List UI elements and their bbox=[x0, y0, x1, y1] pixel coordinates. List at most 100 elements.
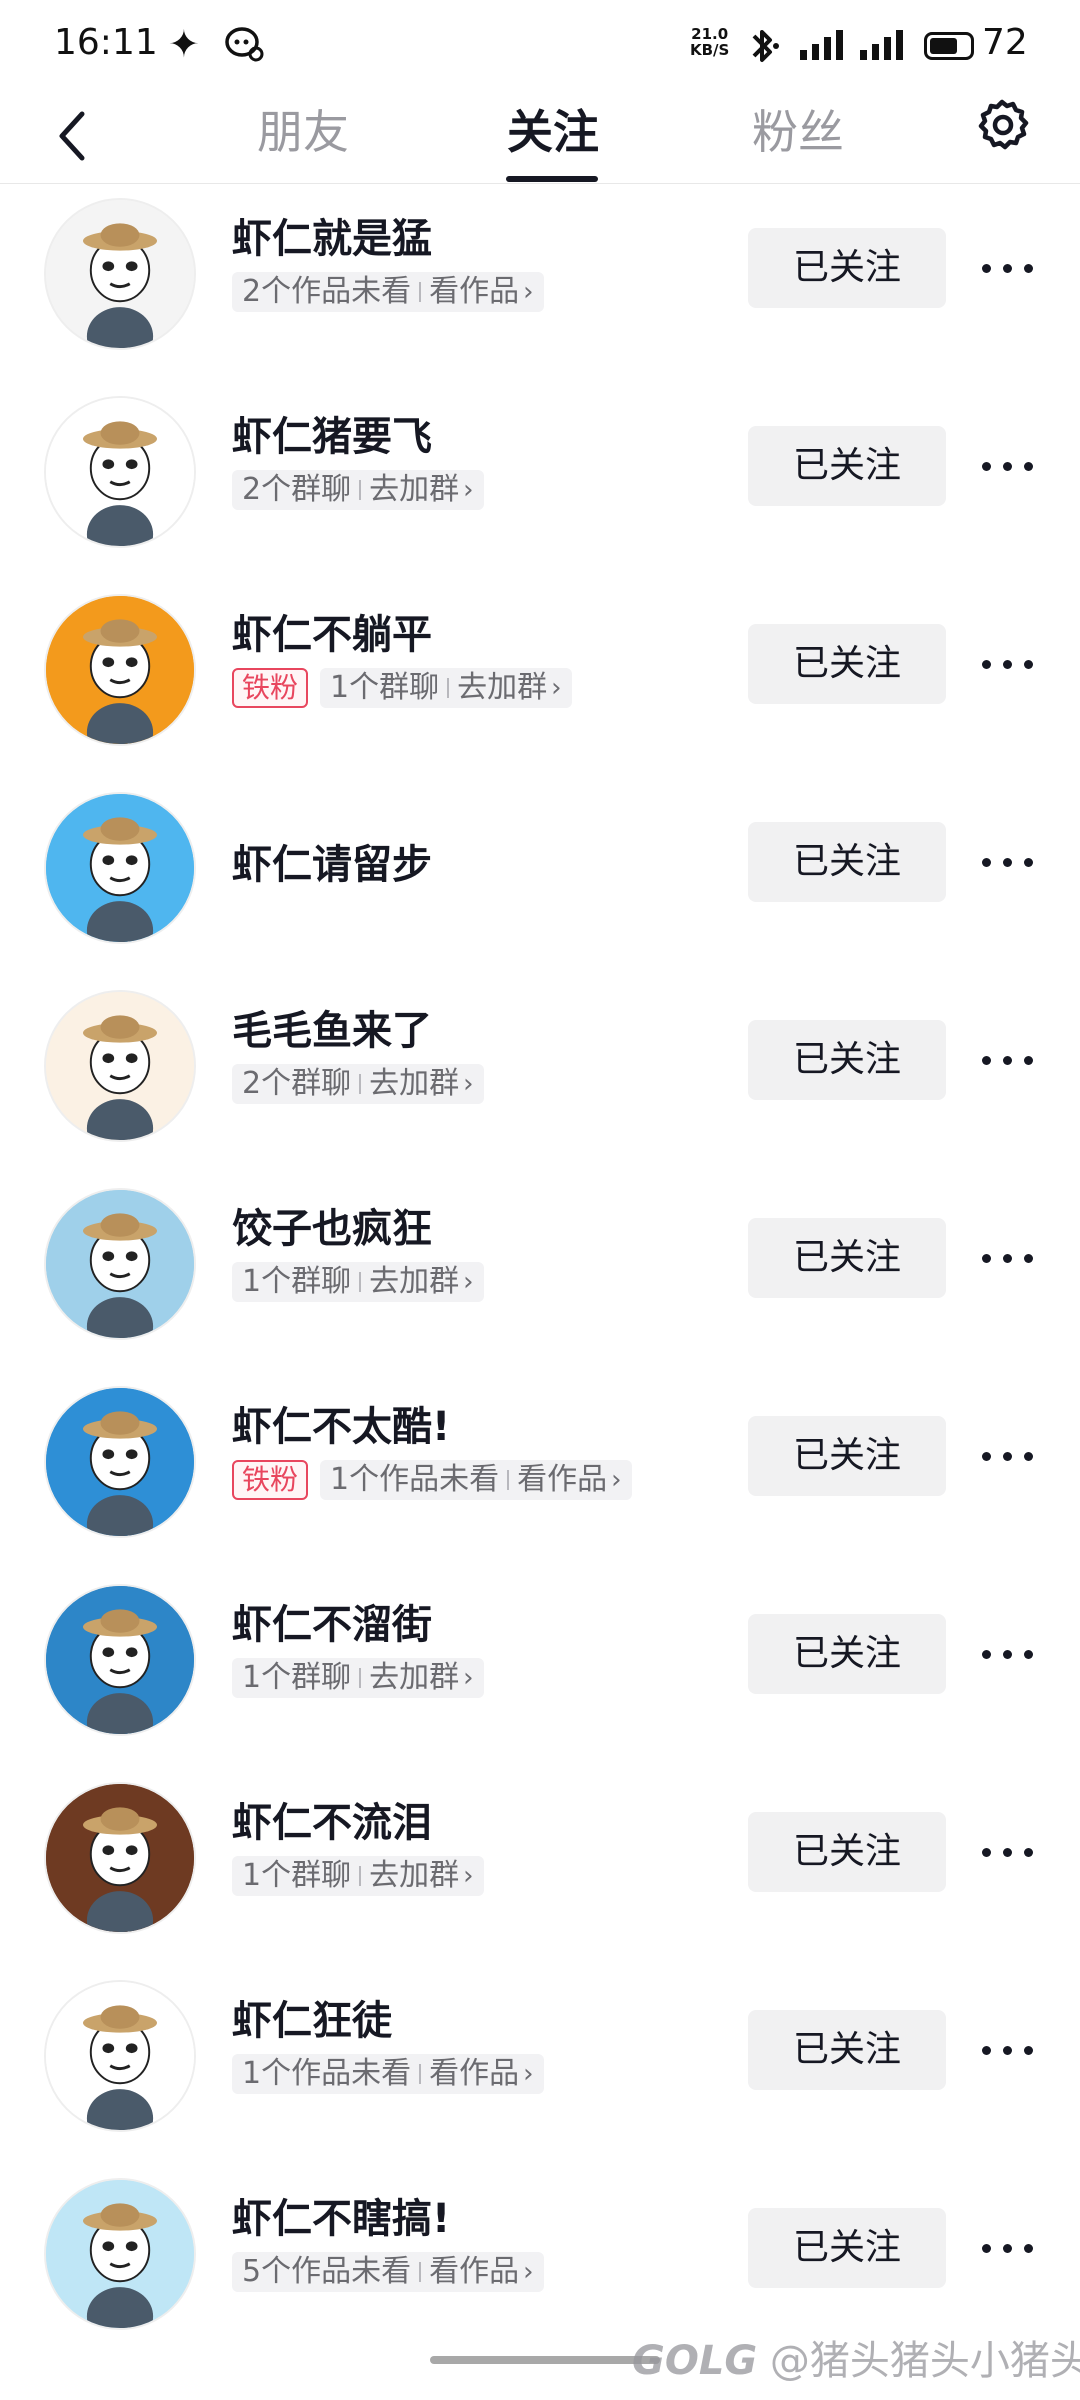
list-item[interactable]: 虾仁不太酷! 铁粉 1个作品未看 看作品 › 已关注 bbox=[0, 1374, 1080, 1572]
sparkle-icon: ✦ bbox=[168, 22, 200, 66]
user-name[interactable]: 虾仁不太酷! bbox=[232, 1394, 450, 1452]
list-item[interactable]: 饺子也疯狂 1个群聊 去加群 › 已关注 bbox=[0, 1176, 1080, 1374]
chip-info-text: 5个作品未看 bbox=[242, 2254, 412, 2289]
chevron-right-icon: › bbox=[463, 475, 474, 505]
list-item[interactable]: 虾仁猪要飞 2个群聊 去加群 › 已关注 bbox=[0, 384, 1080, 582]
home-indicator[interactable] bbox=[430, 2356, 660, 2364]
more-options-icon[interactable] bbox=[978, 1436, 1038, 1476]
watermark-logo: GOLG bbox=[632, 2338, 758, 2384]
chip-action-text: 去加群 bbox=[369, 1264, 460, 1299]
avatar[interactable] bbox=[44, 1386, 196, 1538]
following-button[interactable]: 已关注 bbox=[748, 2010, 946, 2090]
chip-divider bbox=[507, 1470, 510, 1490]
user-name[interactable]: 虾仁不溜街 bbox=[232, 1592, 432, 1650]
user-tags: 铁粉 1个作品未看 看作品 › bbox=[232, 1460, 632, 1500]
more-options-icon[interactable] bbox=[978, 248, 1038, 288]
more-options-icon[interactable] bbox=[978, 644, 1038, 684]
user-name[interactable]: 虾仁就是猛 bbox=[232, 206, 432, 264]
avatar[interactable] bbox=[44, 990, 196, 1142]
gear-icon[interactable] bbox=[972, 96, 1032, 156]
following-button[interactable]: 已关注 bbox=[748, 426, 946, 506]
more-options-icon[interactable] bbox=[978, 1238, 1038, 1278]
chevron-right-icon: › bbox=[523, 277, 534, 307]
user-name[interactable]: 毛毛鱼来了 bbox=[232, 998, 432, 1056]
chevron-right-icon: › bbox=[463, 1069, 474, 1099]
info-chip[interactable]: 1个作品未看 看作品 › bbox=[320, 1460, 632, 1500]
user-name[interactable]: 虾仁不躺平 bbox=[232, 602, 432, 660]
list-item[interactable]: 毛毛鱼来了 2个群聊 去加群 › 已关注 bbox=[0, 978, 1080, 1176]
more-options-icon[interactable] bbox=[978, 446, 1038, 486]
user-tags: 铁粉 1个群聊 去加群 › bbox=[232, 668, 572, 708]
following-button[interactable]: 已关注 bbox=[748, 1614, 946, 1694]
back-arrow-icon[interactable] bbox=[48, 104, 98, 168]
info-chip[interactable]: 2个群聊 去加群 › bbox=[232, 1064, 484, 1104]
info-chip[interactable]: 2个群聊 去加群 › bbox=[232, 470, 484, 510]
signal-icon bbox=[860, 30, 903, 60]
avatar[interactable] bbox=[44, 2178, 196, 2330]
chevron-right-icon: › bbox=[611, 1465, 622, 1495]
battery-level: 72 bbox=[982, 22, 1028, 63]
list-item[interactable]: 虾仁不溜街 1个群聊 去加群 › 已关注 bbox=[0, 1572, 1080, 1770]
more-options-icon[interactable] bbox=[978, 2228, 1038, 2268]
user-tags: 1个作品未看 看作品 › bbox=[232, 2054, 544, 2094]
user-name[interactable]: 饺子也疯狂 bbox=[232, 1196, 432, 1254]
chip-info-text: 2个群聊 bbox=[242, 472, 352, 507]
user-tags: 2个作品未看 看作品 › bbox=[232, 272, 544, 312]
fan-badge: 铁粉 bbox=[232, 668, 309, 708]
chip-info-text: 1个作品未看 bbox=[242, 2056, 412, 2091]
chip-divider bbox=[419, 2064, 422, 2084]
network-speed-unit: KB/S bbox=[690, 41, 730, 59]
list-item[interactable]: 虾仁狂徒 1个作品未看 看作品 › 已关注 bbox=[0, 1968, 1080, 2166]
chip-action-text: 看作品 bbox=[517, 1462, 608, 1497]
following-button[interactable]: 已关注 bbox=[748, 228, 946, 308]
following-button[interactable]: 已关注 bbox=[748, 1416, 946, 1496]
list-item[interactable]: 虾仁请留步 已关注 bbox=[0, 780, 1080, 978]
following-button[interactable]: 已关注 bbox=[748, 1020, 946, 1100]
avatar[interactable] bbox=[44, 1782, 196, 1934]
chip-divider bbox=[359, 1668, 362, 1688]
following-button[interactable]: 已关注 bbox=[748, 2208, 946, 2288]
info-chip[interactable]: 5个作品未看 看作品 › bbox=[232, 2252, 544, 2292]
user-name[interactable]: 虾仁不瞎搞! bbox=[232, 2186, 450, 2244]
info-chip[interactable]: 2个作品未看 看作品 › bbox=[232, 272, 544, 312]
more-options-icon[interactable] bbox=[978, 1832, 1038, 1872]
more-options-icon[interactable] bbox=[978, 2030, 1038, 2070]
list-item[interactable]: 虾仁不躺平铁粉 1个群聊 去加群 › 已关注 bbox=[0, 582, 1080, 780]
list-item[interactable]: 虾仁不流泪 1个群聊 去加群 › 已关注 bbox=[0, 1770, 1080, 1968]
more-options-icon[interactable] bbox=[978, 842, 1038, 882]
info-chip[interactable]: 1个群聊 去加群 › bbox=[232, 1856, 484, 1896]
chip-info-text: 1个群聊 bbox=[242, 1264, 352, 1299]
info-chip[interactable]: 1个群聊 去加群 › bbox=[232, 1262, 484, 1302]
chip-info-text: 1个群聊 bbox=[330, 670, 440, 705]
avatar[interactable] bbox=[44, 1188, 196, 1340]
tab-following[interactable]: 关注 bbox=[473, 96, 633, 162]
avatar[interactable] bbox=[44, 396, 196, 548]
avatar[interactable] bbox=[44, 594, 196, 746]
chip-divider bbox=[359, 1272, 362, 1292]
user-name[interactable]: 虾仁请留步 bbox=[232, 832, 432, 890]
user-name[interactable]: 虾仁不流泪 bbox=[232, 1790, 432, 1848]
user-name[interactable]: 虾仁猪要飞 bbox=[232, 404, 432, 462]
following-button[interactable]: 已关注 bbox=[748, 822, 946, 902]
avatar[interactable] bbox=[44, 198, 196, 350]
chip-divider bbox=[419, 282, 422, 302]
user-name[interactable]: 虾仁狂徒 bbox=[232, 1988, 392, 2046]
following-button[interactable]: 已关注 bbox=[748, 1218, 946, 1298]
more-options-icon[interactable] bbox=[978, 1634, 1038, 1674]
following-button[interactable]: 已关注 bbox=[748, 624, 946, 704]
network-speed-value: 21.0 bbox=[691, 25, 729, 43]
avatar[interactable] bbox=[44, 792, 196, 944]
avatar[interactable] bbox=[44, 1584, 196, 1736]
chip-divider bbox=[359, 1074, 362, 1094]
info-chip[interactable]: 1个群聊 去加群 › bbox=[232, 1658, 484, 1698]
info-chip[interactable]: 1个作品未看 看作品 › bbox=[232, 2054, 544, 2094]
following-button[interactable]: 已关注 bbox=[748, 1812, 946, 1892]
info-chip[interactable]: 1个群聊 去加群 › bbox=[320, 668, 572, 708]
chip-info-text: 2个作品未看 bbox=[242, 274, 412, 309]
status-time: 16:11 bbox=[54, 22, 158, 63]
tab-fans[interactable]: 粉丝 bbox=[718, 96, 878, 162]
more-options-icon[interactable] bbox=[978, 1040, 1038, 1080]
tab-friends[interactable]: 朋友 bbox=[223, 96, 383, 162]
list-item[interactable]: 虾仁就是猛 2个作品未看 看作品 › 已关注 bbox=[0, 186, 1080, 384]
avatar[interactable] bbox=[44, 1980, 196, 2132]
